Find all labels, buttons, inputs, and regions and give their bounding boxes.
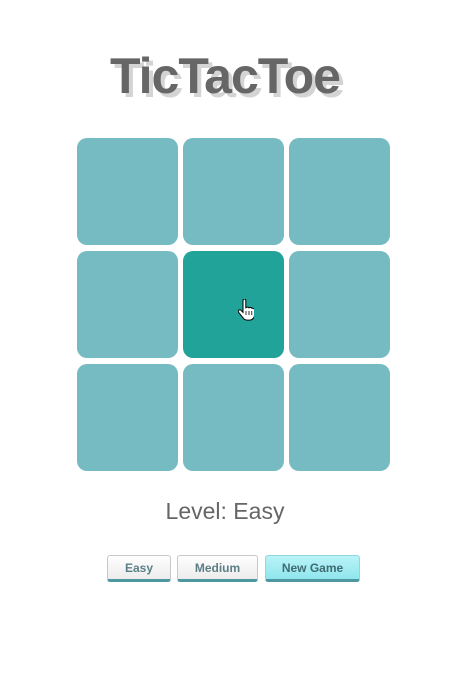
medium-button[interactable]: Medium [177,555,258,582]
game-title: TicTacToe [110,48,341,104]
board-cell-6[interactable] [289,251,390,358]
board-cell-4[interactable] [77,251,178,358]
board-cell-8[interactable] [183,364,284,471]
board-cell-7[interactable] [77,364,178,471]
easy-button[interactable]: Easy [107,555,171,582]
game-board [77,138,390,471]
level-indicator: Level: Easy [165,498,285,524]
new-game-button[interactable]: New Game [265,555,360,582]
board-cell-3[interactable] [289,138,390,245]
board-cell-5[interactable] [183,251,284,358]
board-cell-1[interactable] [77,138,178,245]
board-cell-2[interactable] [183,138,284,245]
board-cell-9[interactable] [289,364,390,471]
tictactoe-page: TicTacToe Level: Easy Easy Medium New Ga… [0,0,450,700]
hand-pointer-icon [238,299,254,321]
